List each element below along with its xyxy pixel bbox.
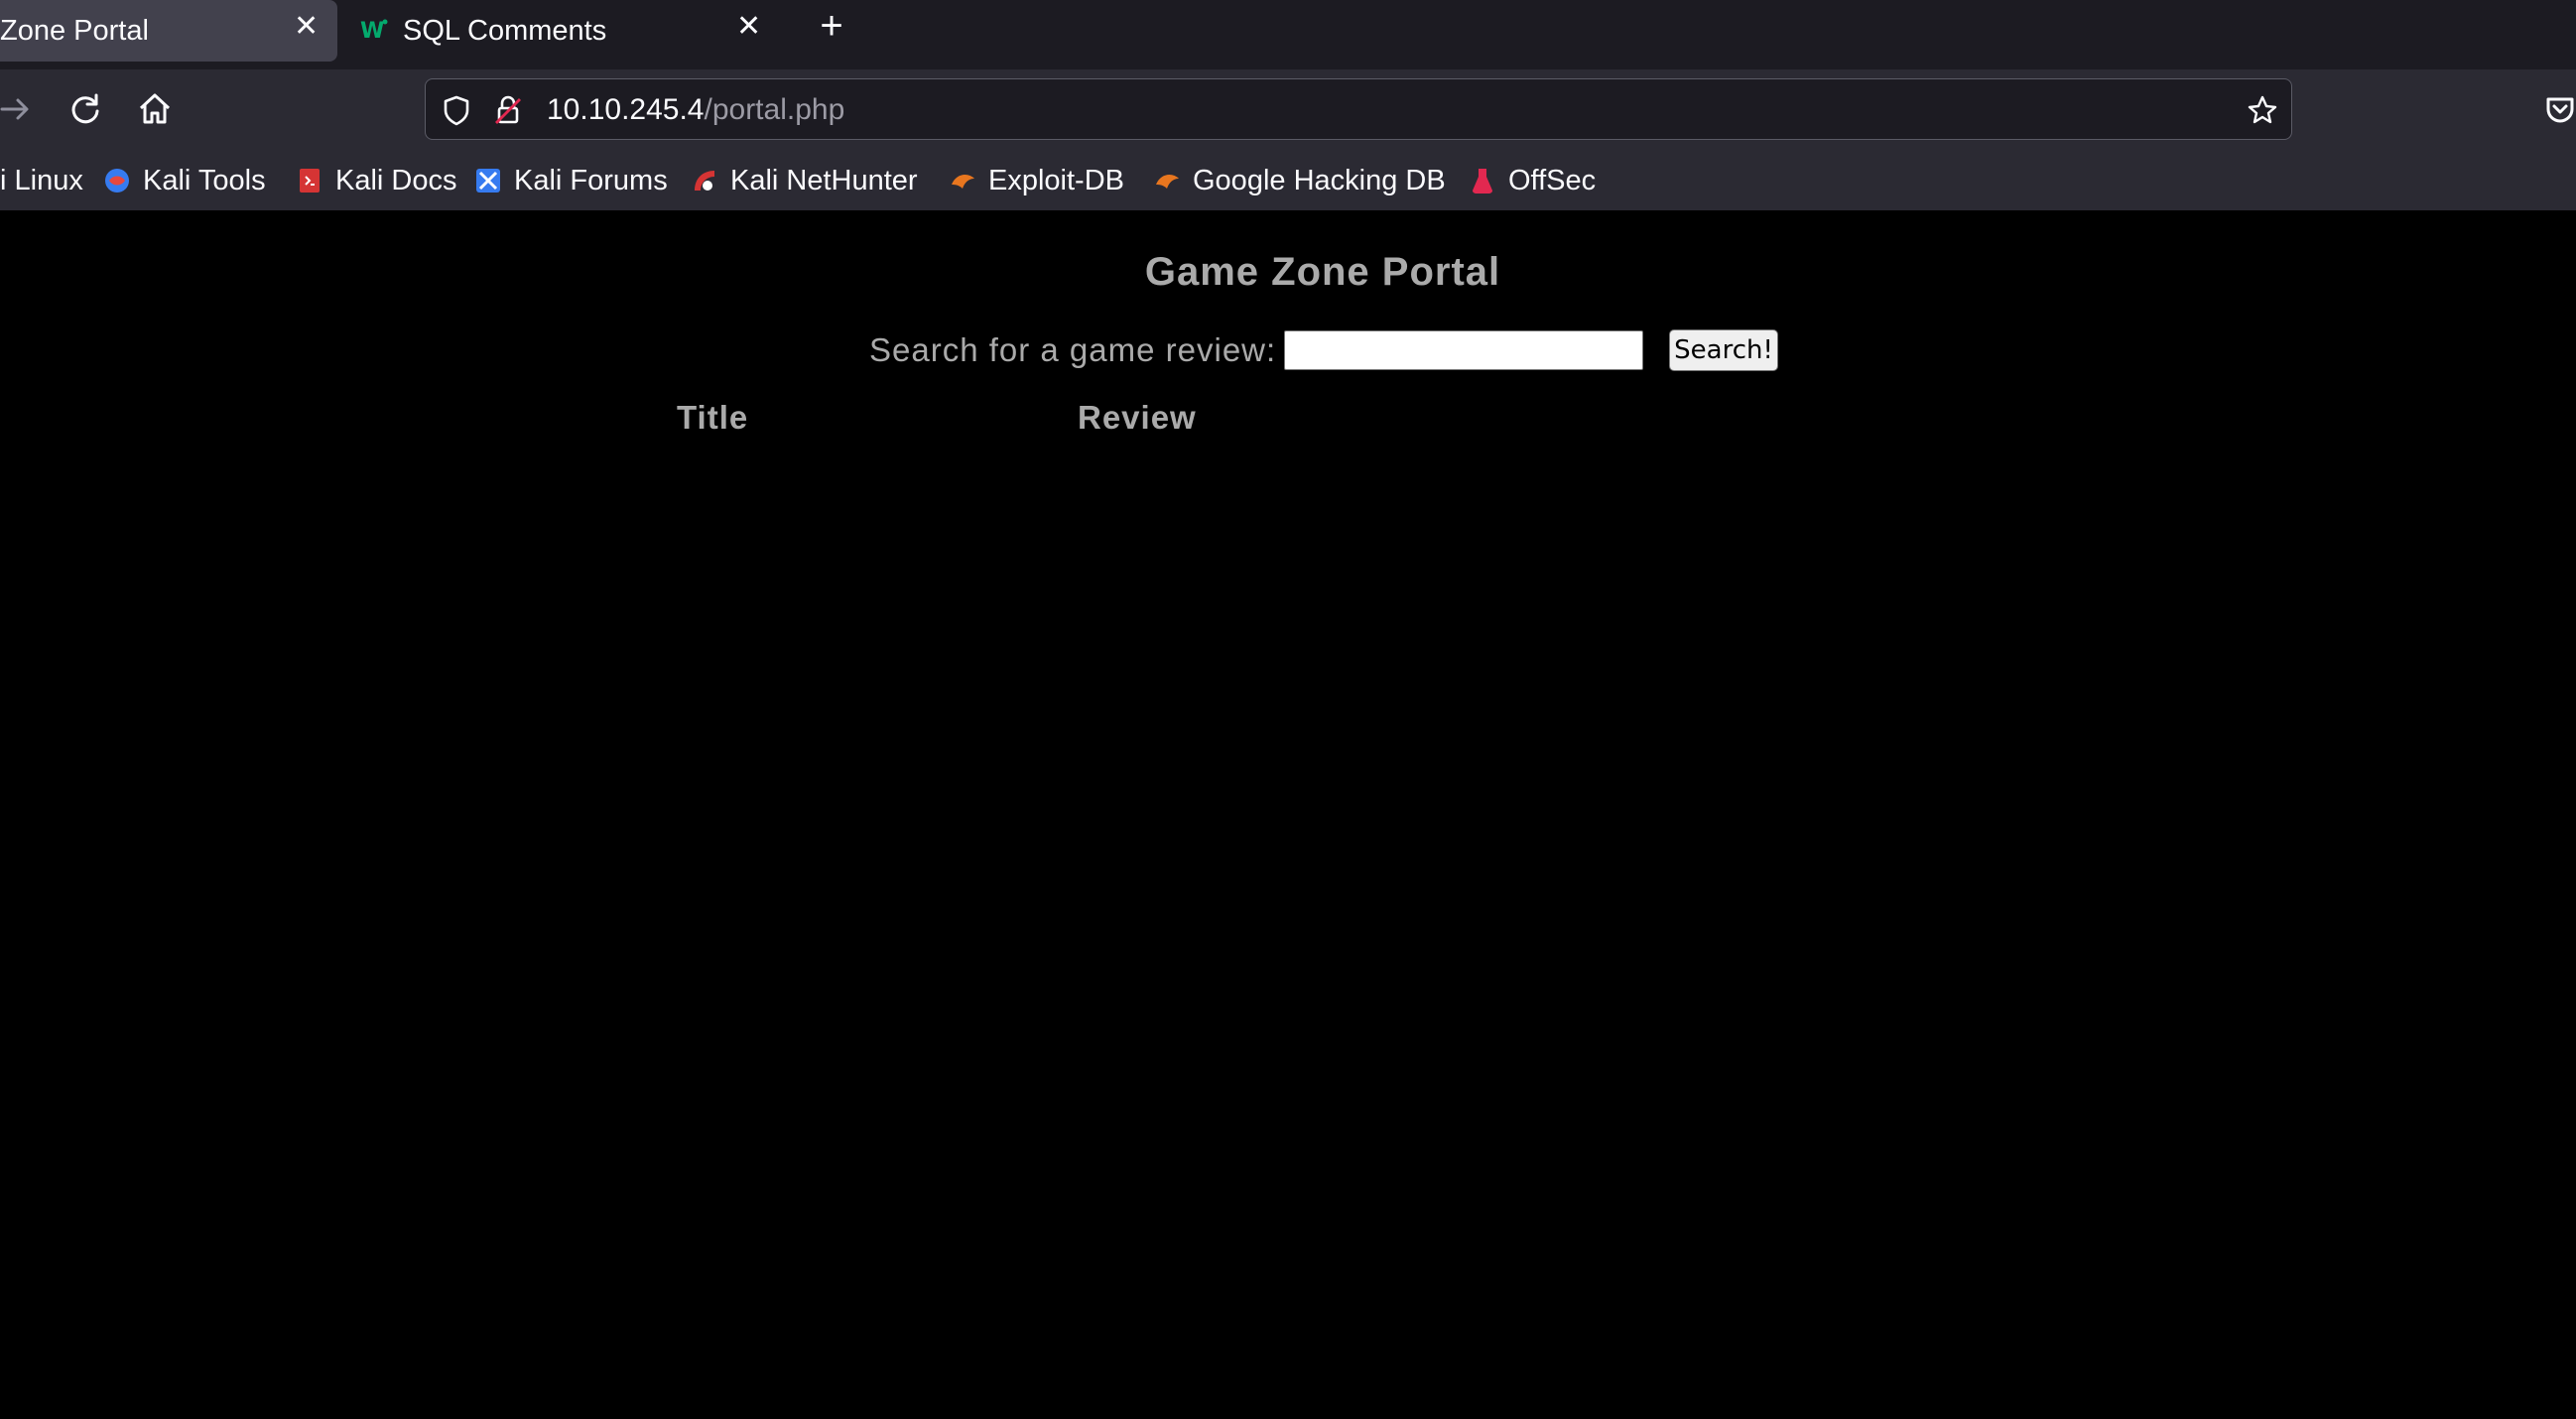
new-tab-icon[interactable]: + xyxy=(812,6,851,46)
search-form: Search for a game review: Search! xyxy=(869,329,1778,371)
url-host: 10.10.245.4 xyxy=(547,93,705,126)
tab-game-zone-portal[interactable]: Zone Portal ✕ xyxy=(0,0,337,62)
insecure-lock-icon[interactable] xyxy=(491,93,525,127)
bookmark-star-icon[interactable] xyxy=(2246,93,2279,127)
bookmark-kali-linux[interactable]: i Linux xyxy=(0,161,83,200)
page-title: Game Zone Portal xyxy=(1144,250,1501,294)
w3schools-icon: W xyxy=(359,14,389,44)
bookmark-kali-forums[interactable]: Kali Forums xyxy=(474,161,668,200)
bookmarks-toolbar: i Linux Kali Tools Kali Docs Kali Forums xyxy=(0,149,2576,210)
bookmark-kali-docs[interactable]: Kali Docs xyxy=(296,161,457,200)
tab-title: Zone Portal xyxy=(0,14,149,47)
tab-title: SQL Comments xyxy=(403,14,607,47)
tab-strip: Zone Portal ✕ W SQL Comments ✕ + xyxy=(0,0,2576,69)
bookmark-label: Exploit-DB xyxy=(988,164,1124,196)
bookmark-kali-nethunter[interactable]: Kali NetHunter xyxy=(691,161,918,200)
reload-icon[interactable] xyxy=(64,87,107,131)
nethunter-icon xyxy=(691,167,718,194)
bookmark-label: Kali NetHunter xyxy=(730,164,918,196)
forward-icon[interactable] xyxy=(0,87,40,131)
bookmark-label: Kali Docs xyxy=(335,164,457,196)
tab-sql-comments[interactable]: W SQL Comments ✕ xyxy=(343,0,780,62)
bookmark-label: Kali Tools xyxy=(143,164,266,196)
bookmark-kali-tools[interactable]: Kali Tools xyxy=(103,161,266,200)
kali-forums-icon xyxy=(474,167,502,194)
home-icon[interactable] xyxy=(133,87,177,131)
bookmark-google-hacking-db[interactable]: Google Hacking DB xyxy=(1153,161,1446,200)
column-header-review: Review xyxy=(1078,399,1197,436)
shield-icon[interactable] xyxy=(440,93,473,127)
url-path: /portal.php xyxy=(704,93,845,126)
bookmark-offsec[interactable]: OffSec xyxy=(1469,161,1596,200)
url-text[interactable]: 10.10.245.4/portal.php xyxy=(547,93,844,127)
kali-docs-icon xyxy=(296,167,323,194)
search-label: Search for a game review: xyxy=(869,331,1277,368)
close-tab-icon[interactable]: ✕ xyxy=(294,12,319,42)
page-content: Game Zone Portal Search for a game revie… xyxy=(0,210,2576,1419)
svg-text:W: W xyxy=(360,19,384,44)
navigation-toolbar: 10.10.245.4/portal.php xyxy=(0,69,2576,149)
pocket-icon[interactable] xyxy=(2542,87,2576,131)
column-header-title: Title xyxy=(677,399,749,436)
exploit-db-icon xyxy=(949,167,976,194)
search-input[interactable] xyxy=(1284,330,1644,370)
bookmark-exploit-db[interactable]: Exploit-DB xyxy=(949,161,1124,200)
url-bar[interactable]: 10.10.245.4/portal.php xyxy=(425,78,2292,140)
close-tab-icon[interactable]: ✕ xyxy=(736,12,761,42)
kali-tools-icon xyxy=(103,167,131,194)
bookmark-label: Google Hacking DB xyxy=(1193,164,1446,196)
search-button[interactable]: Search! xyxy=(1669,329,1778,371)
bookmark-label: Kali Forums xyxy=(514,164,668,196)
ghdb-icon xyxy=(1153,167,1181,194)
offsec-icon xyxy=(1469,167,1496,194)
bookmark-label: i Linux xyxy=(0,164,83,196)
bookmark-label: OffSec xyxy=(1508,164,1597,196)
